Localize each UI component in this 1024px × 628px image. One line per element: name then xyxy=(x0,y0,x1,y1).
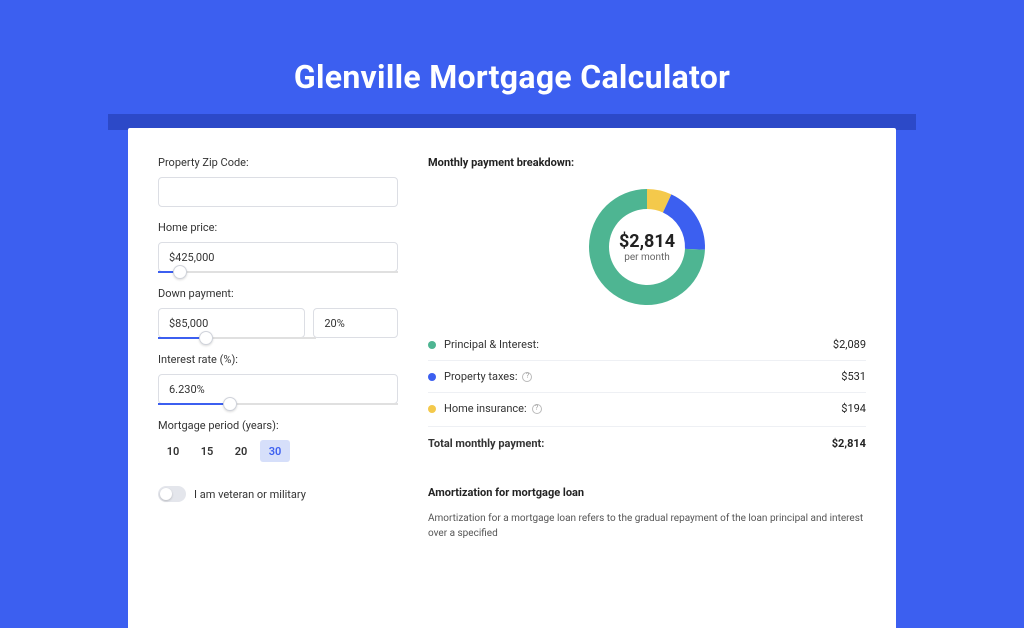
rate-group: Interest rate (%): xyxy=(158,353,398,405)
down-label: Down payment: xyxy=(158,287,398,300)
legend-row-1: Property taxes:?$531 xyxy=(428,361,866,393)
down-slider[interactable] xyxy=(158,337,316,339)
total-row: Total monthly payment: $2,814 xyxy=(428,426,866,460)
total-value: $2,814 xyxy=(832,437,866,450)
price-slider[interactable] xyxy=(158,271,398,273)
veteran-row: I am veteran or military xyxy=(158,486,398,502)
legend-value: $531 xyxy=(841,370,866,383)
period-options: 10152030 xyxy=(158,440,398,462)
period-btn-30[interactable]: 30 xyxy=(260,440,290,462)
price-input[interactable] xyxy=(158,242,398,272)
legend-row-2: Home insurance:?$194 xyxy=(428,393,866,424)
legend-label: Property taxes:? xyxy=(444,370,841,383)
breakdown-panel: Monthly payment breakdown: $2,814 per mo… xyxy=(428,156,866,598)
legend-label: Principal & Interest: xyxy=(444,338,833,351)
legend-value: $194 xyxy=(841,402,866,415)
period-group: Mortgage period (years): 10152030 xyxy=(158,419,398,462)
donut-center: $2,814 per month xyxy=(583,183,711,311)
donut-chart: $2,814 per month xyxy=(583,183,711,311)
total-label: Total monthly payment: xyxy=(428,437,832,450)
donut-sub: per month xyxy=(624,252,670,263)
period-btn-10[interactable]: 10 xyxy=(158,440,188,462)
legend-dot-yellow xyxy=(428,405,436,413)
down-pct-input[interactable] xyxy=(313,308,398,338)
info-icon[interactable]: ? xyxy=(522,372,532,382)
legend: Principal & Interest:$2,089Property taxe… xyxy=(428,329,866,424)
period-btn-20[interactable]: 20 xyxy=(226,440,256,462)
rate-slider-fill xyxy=(158,403,230,405)
breakdown-title: Monthly payment breakdown: xyxy=(428,156,866,169)
down-input[interactable] xyxy=(158,308,305,338)
rate-slider[interactable] xyxy=(158,403,398,405)
amort-title: Amortization for mortgage loan xyxy=(428,486,866,499)
legend-label: Home insurance:? xyxy=(444,402,841,415)
price-label: Home price: xyxy=(158,221,398,234)
calculator-card: Property Zip Code: Home price: Down paym… xyxy=(128,128,896,628)
rate-input[interactable] xyxy=(158,374,398,404)
price-group: Home price: xyxy=(158,221,398,273)
zip-input[interactable] xyxy=(158,177,398,207)
price-slider-thumb[interactable] xyxy=(173,265,187,279)
legend-value: $2,089 xyxy=(833,338,866,351)
veteran-label: I am veteran or military xyxy=(194,488,306,501)
rate-label: Interest rate (%): xyxy=(158,353,398,366)
rate-slider-thumb[interactable] xyxy=(223,397,237,411)
donut-amount: $2,814 xyxy=(619,231,675,252)
down-slider-thumb[interactable] xyxy=(199,331,213,345)
amort-section: Amortization for mortgage loan Amortizat… xyxy=(428,480,866,541)
legend-dot-blue xyxy=(428,373,436,381)
donut-wrap: $2,814 per month xyxy=(428,183,866,311)
page-title: Glenville Mortgage Calculator xyxy=(0,0,1024,96)
legend-dot-green xyxy=(428,341,436,349)
info-icon[interactable]: ? xyxy=(532,404,542,414)
zip-group: Property Zip Code: xyxy=(158,156,398,207)
down-group: Down payment: xyxy=(158,287,398,339)
legend-row-0: Principal & Interest:$2,089 xyxy=(428,329,866,361)
amort-text: Amortization for a mortgage loan refers … xyxy=(428,511,866,541)
period-label: Mortgage period (years): xyxy=(158,419,398,432)
zip-label: Property Zip Code: xyxy=(158,156,398,169)
period-btn-15[interactable]: 15 xyxy=(192,440,222,462)
veteran-toggle[interactable] xyxy=(158,486,186,502)
inputs-panel: Property Zip Code: Home price: Down paym… xyxy=(158,156,398,598)
